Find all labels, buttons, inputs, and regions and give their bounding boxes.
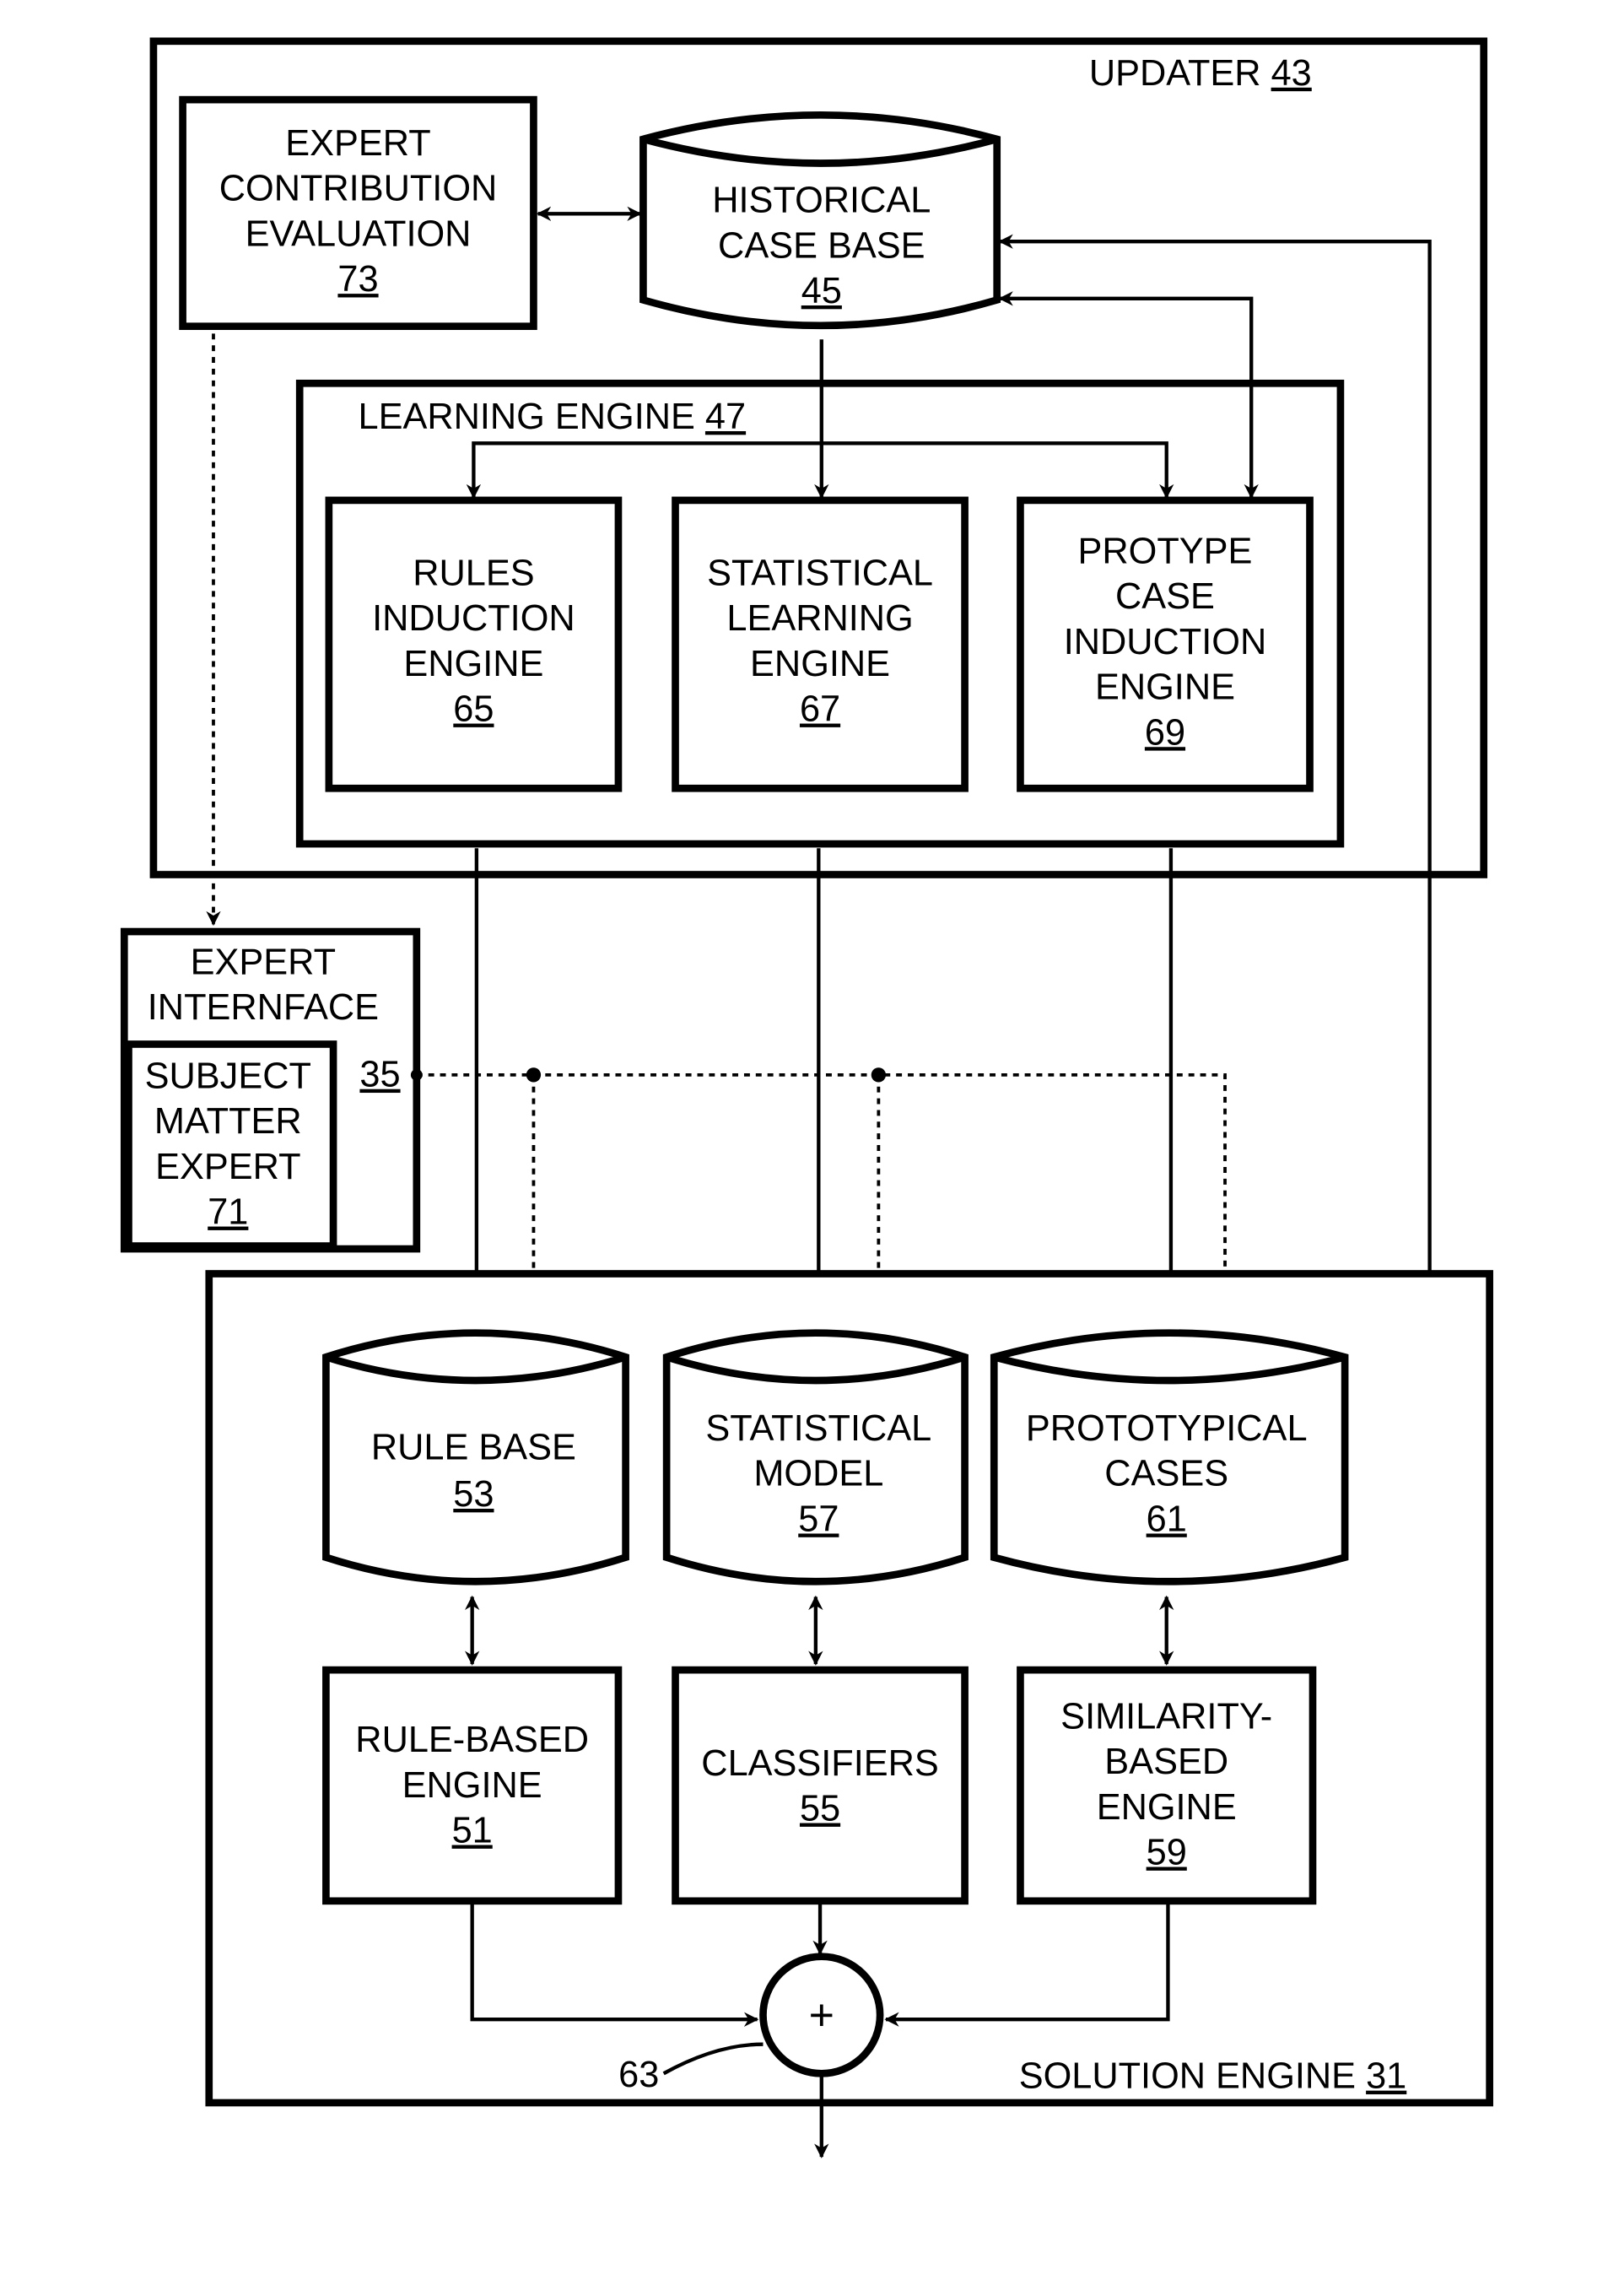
rule-base-cylinder: RULE BASE 53: [322, 1329, 629, 1586]
svg-text:EVALUATION: EVALUATION: [246, 213, 472, 254]
svg-text:SOLUTION ENGINE 31: SOLUTION ENGINE 31: [1019, 2056, 1407, 2097]
svg-text:PROTOTYPICAL: PROTOTYPICAL: [1026, 1408, 1308, 1449]
updater-label: UPDATER 43: [1089, 53, 1312, 94]
svg-text:59: 59: [1147, 1833, 1187, 1873]
expert-contribution-box: EXPERT CONTRIBUTION EVALUATION 73: [179, 95, 537, 331]
historical-case-base: HISTORICAL CASE BASE 45: [639, 111, 1001, 330]
svg-text:EXPERT: EXPERT: [285, 123, 430, 164]
svg-text:SIMILARITY-: SIMILARITY-: [1060, 1696, 1272, 1737]
svg-text:71: 71: [208, 1192, 248, 1233]
block-diagram: UPDATER 43 EXPERT CONTRIBUTION EVALUATIO…: [120, 37, 1493, 2158]
svg-text:CASE: CASE: [1115, 576, 1215, 617]
svg-text:35: 35: [359, 1055, 400, 1095]
combiner-ref: 63: [618, 2055, 659, 2095]
subject-matter-expert-box: SUBJECT MATTER EXPERT 71: [125, 1040, 337, 1250]
svg-text:RULE-BASED: RULE-BASED: [355, 1720, 589, 1760]
svg-text:STATISTICAL: STATISTICAL: [705, 1408, 931, 1449]
svg-text:61: 61: [1147, 1499, 1187, 1539]
svg-text:ENGINE: ENGINE: [1095, 667, 1235, 708]
svg-text:53: 53: [453, 1474, 494, 1515]
svg-text:EXPERT: EXPERT: [191, 942, 336, 982]
svg-text:CLASSIFIERS: CLASSIFIERS: [701, 1743, 939, 1784]
svg-text:CASE BASE: CASE BASE: [718, 225, 925, 266]
svg-text:51: 51: [452, 1811, 493, 1851]
svg-text:INDUCTION: INDUCTION: [1064, 622, 1267, 662]
svg-text:CONTRIBUTION: CONTRIBUTION: [219, 169, 498, 209]
svg-text:ENGINE: ENGINE: [750, 644, 890, 684]
svg-text:MATTER: MATTER: [154, 1101, 302, 1142]
svg-text:+: +: [809, 1991, 834, 2039]
svg-text:67: 67: [800, 689, 840, 730]
svg-text:CASES: CASES: [1104, 1454, 1228, 1494]
classifiers: CLASSIFIERS 55: [672, 1666, 969, 1905]
rule-based-engine: RULE-BASED ENGINE 51: [322, 1666, 623, 1905]
svg-text:PROTYPE: PROTYPE: [1078, 531, 1253, 571]
svg-text:BASED: BASED: [1104, 1742, 1228, 1782]
similarity-based-engine: SIMILARITY- BASED ENGINE 59: [1017, 1666, 1317, 1905]
svg-text:55: 55: [800, 1789, 840, 1829]
prototypical-cases-cylinder: PROTOTYPICAL CASES 61: [990, 1329, 1349, 1586]
svg-text:SUBJECT: SUBJECT: [145, 1056, 311, 1096]
svg-text:ENGINE: ENGINE: [402, 1765, 542, 1806]
svg-text:STATISTICAL: STATISTICAL: [707, 553, 933, 593]
junction-dot: [871, 1067, 887, 1083]
prototype-case-induction-engine: PROTYPE CASE INDUCTION ENGINE 69: [1017, 496, 1314, 792]
svg-text:57: 57: [798, 1499, 839, 1539]
svg-text:RULE BASE: RULE BASE: [371, 1428, 576, 1468]
svg-text:INTERNFACE: INTERNFACE: [148, 987, 379, 1028]
svg-text:ENGINE: ENGINE: [403, 644, 543, 684]
junction-dot: [410, 1068, 423, 1081]
svg-text:45: 45: [801, 271, 842, 311]
svg-text:65: 65: [453, 689, 494, 730]
svg-text:HISTORICAL: HISTORICAL: [712, 181, 931, 221]
svg-text:MODEL: MODEL: [753, 1454, 883, 1494]
svg-text:LEARNING ENGINE 47: LEARNING ENGINE 47: [359, 397, 747, 437]
svg-text:RULES: RULES: [413, 553, 534, 593]
statistical-model-cylinder: STATISTICAL MODEL 57: [662, 1329, 969, 1586]
junction-dot: [526, 1067, 542, 1083]
svg-text:69: 69: [1145, 712, 1185, 753]
svg-text:73: 73: [337, 259, 378, 300]
svg-text:EXPERT: EXPERT: [155, 1147, 300, 1187]
statistical-learning-engine: STATISTICAL LEARNING ENGINE 67: [672, 496, 969, 792]
combiner-circle: +: [759, 1953, 884, 2077]
svg-text:LEARNING: LEARNING: [726, 598, 913, 639]
svg-text:INDUCTION: INDUCTION: [372, 598, 575, 639]
rules-induction-engine: RULES INDUCTION ENGINE 65: [325, 496, 623, 792]
svg-text:ENGINE: ENGINE: [1097, 1787, 1237, 1828]
